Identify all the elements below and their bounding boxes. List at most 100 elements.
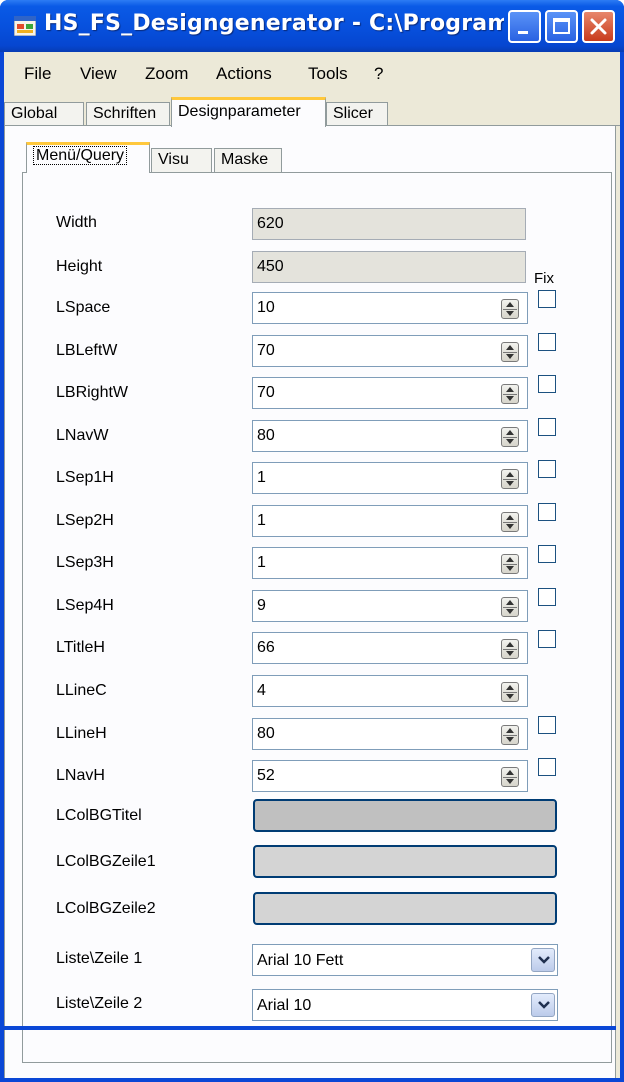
app-icon [14, 16, 36, 36]
close-button[interactable] [582, 10, 615, 43]
lsep1h-fix-checkbox[interactable] [538, 460, 556, 478]
lsep1h-label: LSep1H [56, 469, 114, 486]
menu-zoom[interactable]: Zoom [145, 64, 188, 84]
lnavw-numeric-input[interactable]: 80 [252, 420, 528, 452]
minimize-icon [518, 31, 528, 34]
menu-tools[interactable]: Tools [308, 64, 348, 84]
lsep2h-label: LSep2H [56, 512, 114, 529]
lsep3h-label: LSep3H [56, 554, 114, 571]
lbrightw-fix-checkbox[interactable] [538, 375, 556, 393]
spinner-icon[interactable] [501, 512, 519, 532]
lcolbgzeile2-color-button[interactable] [253, 892, 557, 925]
lbleftw-numeric-input[interactable]: 70 [252, 335, 528, 367]
spinner-icon[interactable] [501, 639, 519, 659]
spinner-icon[interactable] [501, 597, 519, 617]
lsep1h-numeric-input[interactable]: 1 [252, 462, 528, 494]
lsep3h-numeric-input[interactable]: 1 [252, 547, 528, 579]
lsep4h-fix-checkbox[interactable] [538, 588, 556, 606]
lsep3h-value: 1 [257, 554, 266, 571]
lbrightw-value: 70 [257, 384, 275, 401]
spinner-icon[interactable] [501, 554, 519, 574]
dropdown-arrow-icon[interactable] [531, 993, 555, 1017]
llinec-value: 4 [257, 682, 266, 699]
width-label: Width [56, 214, 97, 231]
subtab-menu-query[interactable]: Menü/Query [26, 142, 150, 173]
ltitleh-fix-checkbox[interactable] [538, 630, 556, 648]
lsep2h-numeric-input[interactable]: 1 [252, 505, 528, 537]
ltitleh-numeric-input[interactable]: 66 [252, 632, 528, 664]
liste-zeile1-font-value: Arial 10 Fett [257, 952, 344, 969]
liste-zeile2-label: Liste\Zeile 2 [56, 995, 143, 1012]
tab-schriften[interactable]: Schriften [86, 102, 170, 126]
minimize-button[interactable] [508, 10, 541, 43]
lbleftw-fix-checkbox[interactable] [538, 333, 556, 351]
lbleftw-label: LBLeftW [56, 342, 118, 359]
lnavw-label: LNavW [56, 427, 109, 444]
window-bottom-border [0, 1026, 616, 1030]
spinner-icon[interactable] [501, 682, 519, 702]
liste-zeile2-font-select[interactable]: Arial 10 [252, 989, 558, 1021]
lcolbgzeile1-color-button[interactable] [253, 845, 557, 878]
lnavh-numeric-input[interactable]: 52 [252, 760, 528, 792]
lcolbgzeile1-label: LColBGZeile1 [56, 853, 156, 870]
lbleftw-value: 70 [257, 342, 275, 359]
lspace-numeric-input[interactable]: 10 [252, 292, 528, 324]
dropdown-arrow-icon[interactable] [531, 948, 555, 972]
spinner-icon[interactable] [501, 469, 519, 489]
ltitleh-value: 66 [257, 639, 275, 656]
lnavw-value: 80 [257, 427, 275, 444]
llinec-numeric-input[interactable]: 4 [252, 675, 528, 707]
tab-designparameter[interactable]: Designparameter [171, 97, 326, 127]
menu-help[interactable]: ? [374, 64, 383, 84]
menu-file[interactable]: File [24, 64, 51, 84]
lcolbgtitel-color-button[interactable] [253, 799, 557, 832]
lcolbgtitel-label: LColBGTitel [56, 807, 142, 824]
llineh-label: LLineH [56, 725, 107, 742]
maximize-icon [553, 18, 570, 34]
lnavw-fix-checkbox[interactable] [538, 418, 556, 436]
menu-bar: File View Zoom Actions Tools ? [4, 52, 620, 92]
height-label: Height [56, 258, 103, 275]
height-field: 450 [252, 251, 526, 283]
lnavh-fix-checkbox[interactable] [538, 758, 556, 776]
spinner-icon[interactable] [501, 767, 519, 787]
subtab-menu-query-label: Menü/Query [33, 146, 128, 165]
liste-zeile2-font-value: Arial 10 [257, 997, 312, 1014]
llineh-value: 80 [257, 725, 275, 742]
spinner-icon[interactable] [501, 342, 519, 362]
lsep2h-fix-checkbox[interactable] [538, 503, 556, 521]
lbrightw-label: LBRightW [56, 384, 129, 401]
maximize-button[interactable] [545, 10, 578, 43]
menu-view[interactable]: View [80, 64, 117, 84]
lspace-label: LSpace [56, 299, 111, 316]
width-field: 620 [252, 208, 526, 240]
tab-slicer[interactable]: Slicer [326, 102, 388, 126]
window-title: HS_FS_Designgenerator - C:\Programme\Gl.… [44, 11, 504, 36]
spinner-icon[interactable] [501, 384, 519, 404]
spinner-icon[interactable] [501, 725, 519, 745]
liste-zeile1-label: Liste\Zeile 1 [56, 950, 143, 967]
spinner-icon[interactable] [501, 427, 519, 447]
liste-zeile1-font-select[interactable]: Arial 10 Fett [252, 944, 558, 976]
fix-column-label: Fix [534, 270, 554, 287]
subtab-maske[interactable]: Maske [214, 148, 282, 173]
lnavh-label: LNavH [56, 767, 105, 784]
llineh-fix-checkbox[interactable] [538, 716, 556, 734]
lspace-value: 10 [257, 299, 275, 316]
llineh-numeric-input[interactable]: 80 [252, 718, 528, 750]
tab-global[interactable]: Global [4, 102, 84, 126]
lcolbgzeile2-label: LColBGZeile2 [56, 900, 156, 917]
lnavh-value: 52 [257, 767, 275, 784]
lspace-fix-checkbox[interactable] [538, 290, 556, 308]
title-bar[interactable]: HS_FS_Designgenerator - C:\Programme\Gl.… [0, 0, 624, 52]
lsep4h-value: 9 [257, 597, 266, 614]
close-icon [590, 18, 607, 35]
lbrightw-numeric-input[interactable]: 70 [252, 377, 528, 409]
lsep4h-numeric-input[interactable]: 9 [252, 590, 528, 622]
lsep3h-fix-checkbox[interactable] [538, 545, 556, 563]
subtab-visu[interactable]: Visu [151, 148, 212, 173]
spinner-icon[interactable] [501, 299, 519, 319]
lsep4h-label: LSep4H [56, 597, 114, 614]
menu-actions[interactable]: Actions [216, 64, 272, 84]
lsep1h-value: 1 [257, 469, 266, 486]
